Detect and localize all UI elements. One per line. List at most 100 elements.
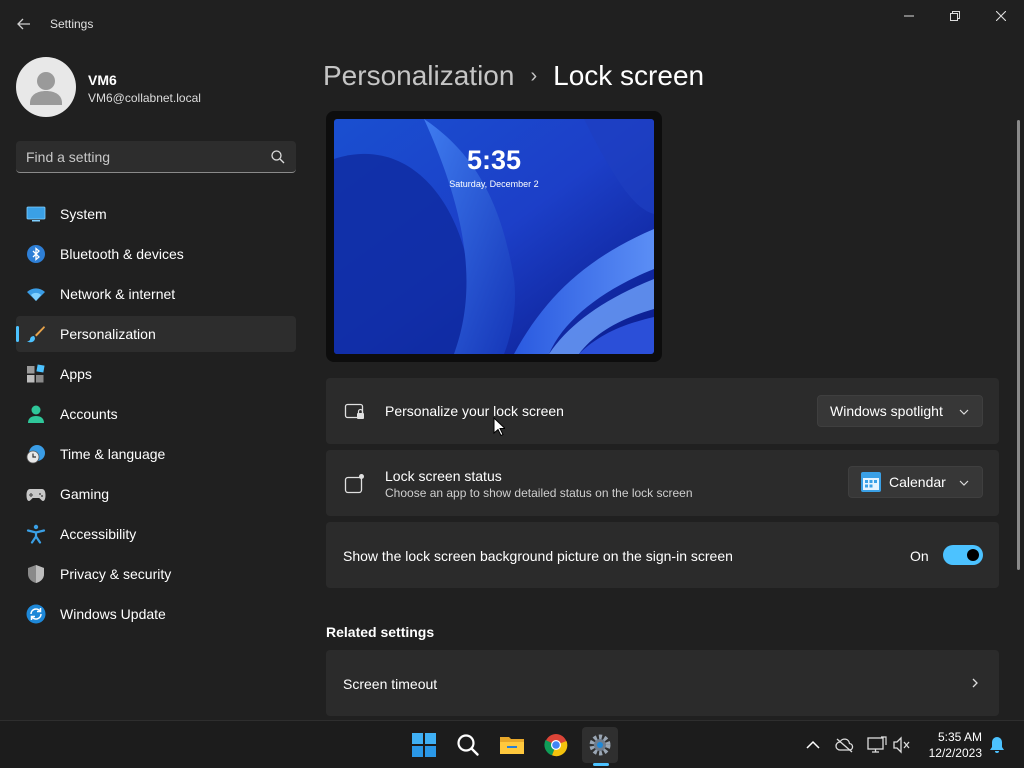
lock-screen-status-dropdown[interactable]: Calendar [848,466,983,498]
preview-wallpaper: 5:35 Saturday, December 2 [334,119,654,354]
shield-icon [28,565,44,583]
avatar[interactable] [16,57,76,117]
sidebar-item-system[interactable]: System [16,196,296,232]
sidebar-item-label: Gaming [60,486,110,502]
sidebar-item-bluetooth[interactable]: Bluetooth & devices [16,236,296,272]
related-settings-heading: Related settings [326,624,435,640]
title-bar: Settings [0,0,1024,48]
user-name: VM6 [88,72,117,88]
minimize-icon [904,15,914,17]
restore-button[interactable] [932,0,978,32]
cloud-offline-icon [835,738,854,753]
personalize-lock-screen-label: Personalize your lock screen [385,403,564,419]
volume-muted-icon [893,736,910,754]
lock-screen-background-dropdown[interactable]: Windows spotlight [817,395,983,427]
sidebar-item-accessibility[interactable]: Accessibility [16,516,296,552]
signin-background-row: Show the lock screen background picture … [326,522,999,588]
sidebar-item-network[interactable]: Network & internet [16,276,296,312]
sidebar-item-windows-update[interactable]: Windows Update [16,596,296,632]
search-icon [271,150,285,164]
chrome-icon [544,734,568,757]
brush-icon [27,326,45,343]
sidebar-item-gaming[interactable]: Gaming [16,476,296,512]
search-input[interactable] [26,141,266,172]
sidebar-nav: System Bluetooth & devices Network & int… [16,196,296,636]
search-box[interactable] [16,141,296,173]
bell-icon [990,737,1004,753]
wifi-icon [27,288,45,301]
sidebar-item-label: Accounts [60,406,118,422]
close-button[interactable] [978,0,1024,32]
minimize-button[interactable] [886,0,932,32]
status-icon [344,474,364,494]
screen-timeout-row[interactable]: Screen timeout [326,650,999,716]
chevron-down-icon [959,409,969,415]
personalize-lock-screen-row: Personalize your lock screen Windows spo… [326,378,999,444]
volume-tray-button[interactable] [892,735,912,755]
screen-timeout-label: Screen timeout [343,676,438,692]
bluetooth-icon [27,245,45,263]
settings-button[interactable] [582,727,618,763]
sidebar-item-privacy-security[interactable]: Privacy & security [16,556,296,592]
chevron-right-icon [972,678,978,688]
calendar-app-icon [861,472,881,492]
clock-globe-icon [26,445,45,464]
sidebar-item-label: Accessibility [60,526,137,542]
breadcrumb-separator: › [530,64,538,87]
restore-icon [950,11,960,21]
app-title: Settings [50,17,94,31]
chevron-up-icon [806,740,820,749]
notifications-button[interactable] [987,735,1007,755]
file-explorer-button[interactable] [494,727,530,763]
lock-screen-preview: 5:35 Saturday, December 2 [326,111,662,362]
lock-screen-status-description: Choose an app to show detailed status on… [385,486,693,500]
accounts-icon [28,405,44,423]
user-email: VM6@collabnet.local [88,91,201,105]
sidebar-item-label: Privacy & security [60,566,172,582]
lock-screen-picture-icon [344,403,364,419]
dropdown-value: Calendar [889,474,946,490]
system-icon [26,206,46,222]
search-icon [457,734,479,756]
network-tray-button[interactable] [867,735,887,755]
signin-background-toggle[interactable] [943,545,983,565]
back-arrow-icon [17,18,30,30]
active-app-indicator [593,763,609,766]
page-title: Lock screen [553,60,705,91]
sidebar-item-label: System [60,206,107,222]
network-monitor-icon [867,736,887,753]
sidebar-item-label: Time & language [60,446,166,462]
chrome-button[interactable] [538,727,574,763]
lock-screen-status-row: Lock screen status Choose an app to show… [326,450,999,516]
start-icon [412,733,436,757]
close-icon [996,11,1006,21]
taskbar-clock-date[interactable]: 12/2/2023 [924,746,982,760]
show-hidden-icons-button[interactable] [803,735,823,755]
sidebar-item-accounts[interactable]: Accounts [16,396,296,432]
settings-icon [589,734,611,756]
toggle-state-label: On [910,548,929,564]
back-button[interactable] [10,10,38,38]
lock-screen-status-label: Lock screen status [385,468,502,484]
signin-background-label: Show the lock screen background picture … [343,548,733,564]
file-explorer-icon [500,737,524,754]
start-button[interactable] [406,727,442,763]
dropdown-value: Windows spotlight [830,403,943,419]
gamepad-icon [26,489,46,501]
toggle-knob [967,549,979,561]
onedrive-tray-button[interactable] [835,735,855,755]
sidebar-item-apps[interactable]: Apps [16,356,296,392]
apps-icon [27,364,45,383]
taskbar: 5:35 AM 12/2/2023 [0,720,1024,768]
preview-date: Saturday, December 2 [449,179,539,189]
scrollbar[interactable] [1017,120,1020,570]
sidebar-item-time-language[interactable]: Time & language [16,436,296,472]
update-icon [26,604,46,624]
breadcrumb-parent[interactable]: Personalization [323,60,514,92]
sidebar-item-label: Bluetooth & devices [60,246,184,262]
mouse-cursor-icon [493,417,505,437]
sidebar-item-label: Windows Update [60,606,166,622]
sidebar-item-personalization[interactable]: Personalization [16,316,296,352]
taskbar-clock-time[interactable]: 5:35 AM [924,730,982,744]
taskbar-search-button[interactable] [450,727,486,763]
